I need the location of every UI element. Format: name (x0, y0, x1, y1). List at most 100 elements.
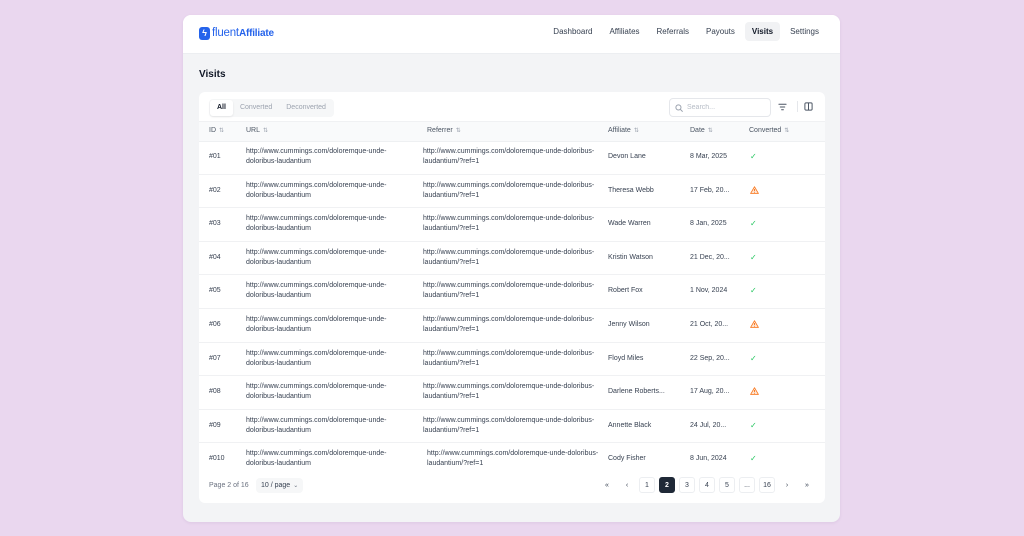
check-icon: ✓ (750, 420, 757, 430)
table-footer: Page 2 of 16 10 / page ⌄ « ‹ 1 2 3 4 5... 16 … (199, 476, 825, 498)
next-page-button[interactable]: › (779, 477, 795, 493)
converted-status: ✓ (750, 354, 757, 365)
visit-affiliate[interactable]: Theresa Webb (608, 186, 654, 196)
visit-url[interactable]: http://www.cummings.com/doloremque-unde-… (246, 214, 416, 234)
column-header-date[interactable]: Date ⇅ (690, 127, 713, 134)
visit-id: #04 (209, 253, 221, 261)
converted-status: ✓ (750, 454, 757, 465)
page-number-button[interactable]: 16 (759, 477, 775, 493)
visits-table-card: All Converted Deconverted Search... ID ⇅… (199, 92, 825, 503)
column-header-url[interactable]: URL ⇅ (246, 127, 268, 134)
top-navigation-bar: ϟ fluentAffiliate Dashboard Affiliates R… (183, 15, 840, 54)
check-icon: ✓ (750, 454, 757, 464)
previous-page-button[interactable]: ‹ (619, 477, 635, 493)
page-title: Visits (199, 69, 226, 80)
visit-affiliate[interactable]: Annette Black (608, 421, 651, 431)
table-row[interactable]: #07 http://www.cummings.com/doloremque-un… (199, 343, 825, 377)
toolbar-divider (797, 101, 798, 112)
filter-icon (778, 103, 787, 110)
nav-item-dashboard[interactable]: Dashboard (546, 22, 599, 41)
visit-url[interactable]: http://www.cummings.com/doloremque-unde-… (246, 416, 416, 436)
search-input[interactable] (687, 104, 757, 111)
converted-status (750, 320, 759, 332)
tab-all[interactable]: All (210, 100, 233, 116)
visit-date: 8 Mar, 2025 (690, 153, 727, 160)
table-body: #01 http://www.cummings.com/doloremque-un… (199, 141, 825, 476)
page-number-button[interactable]: 5 (719, 477, 735, 493)
visit-referrer[interactable]: http://www.cummings.com/doloremque-unde-… (423, 181, 598, 201)
page-size-value: 10 / page (261, 482, 291, 489)
column-header-id[interactable]: ID ⇅ (209, 127, 224, 134)
visit-date: 24 Jul, 20... (690, 421, 727, 429)
visit-date: 21 Oct, 20... (690, 320, 729, 328)
sort-icon: ⇅ (707, 128, 713, 134)
visit-url[interactable]: http://www.cummings.com/doloremque-unde-… (246, 449, 416, 469)
visit-url[interactable]: http://www.cummings.com/doloremque-unde-… (246, 349, 416, 369)
visit-affiliate[interactable]: Floyd Miles (608, 354, 643, 364)
page-number-button[interactable]: 1 (639, 477, 655, 493)
column-header-referrer[interactable]: Referrer ⇅ (427, 127, 461, 134)
visit-url[interactable]: http://www.cummings.com/doloremque-unde-… (246, 147, 416, 167)
visit-referrer[interactable]: http://www.cummings.com/doloremque-unde-… (423, 349, 598, 369)
visit-referrer[interactable]: http://www.cummings.com/doloremque-unde-… (427, 449, 602, 469)
nav-item-payouts[interactable]: Payouts (699, 22, 742, 41)
converted-status: ✓ (750, 219, 757, 230)
check-icon: ✓ (750, 219, 757, 229)
table-row[interactable]: #01 http://www.cummings.com/doloremque-un… (199, 141, 825, 175)
visit-referrer[interactable]: http://www.cummings.com/doloremque-unde-… (423, 315, 598, 335)
page-size-select[interactable]: 10 / page ⌄ (256, 478, 304, 493)
filter-tabs: All Converted Deconverted (209, 99, 334, 117)
sort-icon: ⇅ (784, 128, 790, 134)
visit-affiliate[interactable]: Darlene Roberts... (608, 387, 665, 397)
nav-item-affiliates[interactable]: Affiliates (602, 22, 646, 41)
table-row[interactable]: #08 http://www.cummings.com/doloremque-un… (199, 376, 825, 410)
page-number-button[interactable]: 3 (679, 477, 695, 493)
table-row[interactable]: #03 http://www.cummings.com/doloremque-un… (199, 208, 825, 242)
visit-affiliate[interactable]: Cody Fisher (608, 454, 646, 464)
visit-id: #06 (209, 320, 221, 328)
visit-referrer[interactable]: http://www.cummings.com/doloremque-unde-… (423, 248, 598, 268)
table-row[interactable]: #09 http://www.cummings.com/doloremque-un… (199, 410, 825, 444)
columns-button[interactable] (800, 98, 817, 115)
filter-button[interactable] (774, 98, 791, 115)
columns-icon (804, 102, 813, 111)
table-row[interactable]: #06 http://www.cummings.com/doloremque-un… (199, 309, 825, 343)
visit-id: #09 (209, 421, 221, 429)
table-row[interactable]: #05 http://www.cummings.com/doloremque-un… (199, 275, 825, 309)
visit-referrer[interactable]: http://www.cummings.com/doloremque-unde-… (423, 416, 598, 436)
table-row[interactable]: #02 http://www.cummings.com/doloremque-un… (199, 175, 825, 209)
visit-url[interactable]: http://www.cummings.com/doloremque-unde-… (246, 281, 416, 301)
first-page-button[interactable]: « (599, 477, 615, 493)
visit-referrer[interactable]: http://www.cummings.com/doloremque-unde-… (423, 214, 598, 234)
visit-affiliate[interactable]: Kristin Watson (608, 253, 653, 263)
visit-referrer[interactable]: http://www.cummings.com/doloremque-unde-… (423, 147, 598, 167)
page-number-button[interactable]: 2 (659, 477, 675, 493)
column-header-converted[interactable]: Converted ⇅ (749, 127, 789, 134)
app-window: ϟ fluentAffiliate Dashboard Affiliates R… (183, 15, 840, 522)
column-header-affiliate[interactable]: Affiliate ⇅ (608, 127, 639, 134)
visit-url[interactable]: http://www.cummings.com/doloremque-unde-… (246, 382, 416, 402)
visit-referrer[interactable]: http://www.cummings.com/doloremque-unde-… (423, 382, 598, 402)
visit-affiliate[interactable]: Robert Fox (608, 286, 643, 296)
nav-item-referrals[interactable]: Referrals (650, 22, 696, 41)
visit-url[interactable]: http://www.cummings.com/doloremque-unde-… (246, 181, 416, 201)
page-number-button[interactable]: 4 (699, 477, 715, 493)
nav-item-settings[interactable]: Settings (783, 22, 826, 41)
table-row[interactable]: #010 http://www.cummings.com/doloremque-u… (199, 443, 825, 476)
visit-affiliate[interactable]: Jenny Wilson (608, 320, 650, 330)
visit-url[interactable]: http://www.cummings.com/doloremque-unde-… (246, 315, 416, 335)
logo-icon: ϟ (199, 26, 210, 40)
table-row[interactable]: #04 http://www.cummings.com/doloremque-un… (199, 242, 825, 276)
check-icon: ✓ (750, 286, 757, 296)
visit-url[interactable]: http://www.cummings.com/doloremque-unde-… (246, 248, 416, 268)
chevron-down-icon: ⌄ (293, 483, 299, 489)
brand-logo[interactable]: ϟ fluentAffiliate (199, 26, 274, 40)
visit-date: 21 Dec, 20... (690, 253, 730, 261)
visit-affiliate[interactable]: Wade Warren (608, 219, 651, 229)
tab-converted[interactable]: Converted (233, 100, 279, 116)
tab-deconverted[interactable]: Deconverted (279, 100, 333, 116)
visit-affiliate[interactable]: Devon Lane (608, 152, 646, 162)
last-page-button[interactable]: » (799, 477, 815, 493)
nav-item-visits[interactable]: Visits (744, 22, 781, 41)
visit-referrer[interactable]: http://www.cummings.com/doloremque-unde-… (423, 281, 598, 301)
